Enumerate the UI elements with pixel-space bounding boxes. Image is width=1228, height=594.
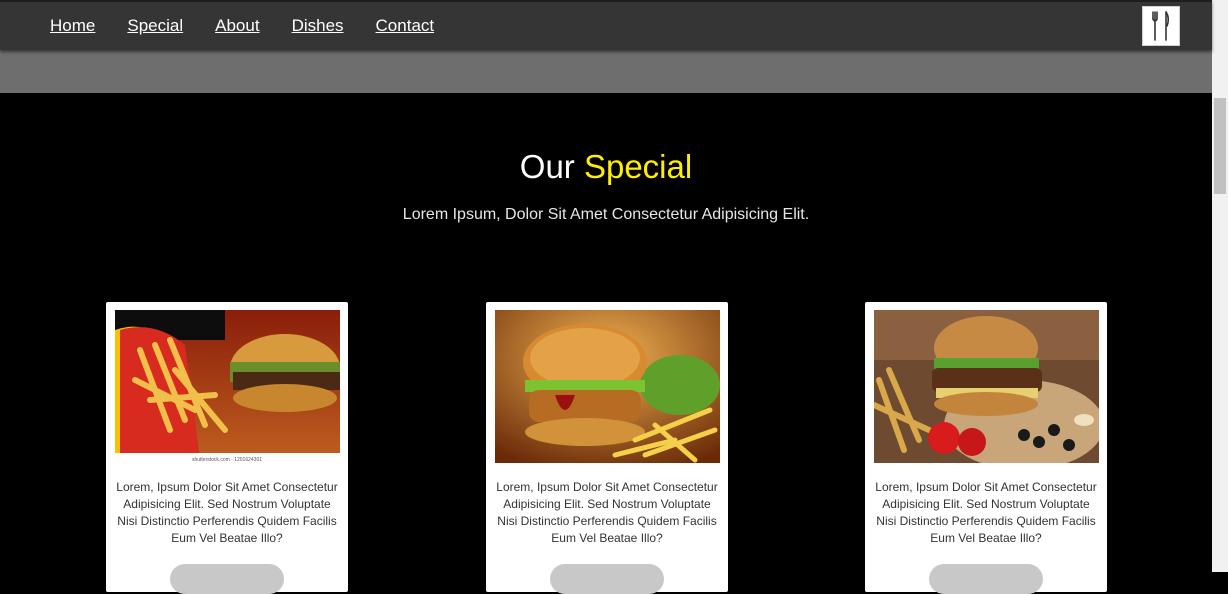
burger-plate-photo xyxy=(874,310,1099,463)
nav-link-home[interactable]: Home xyxy=(50,16,95,36)
card-text: Lorem, Ipsum Dolor Sit Amet Consectetur … xyxy=(875,480,1097,545)
title-main: Our xyxy=(519,148,575,185)
nav-links: Home Special About Dishes Contact xyxy=(50,2,466,50)
special-card-1: shutterstock.com · 1201624301 Lorem, Ips… xyxy=(106,302,348,594)
section-title: Our Special xyxy=(0,148,1212,186)
card-text: Lorem, Ipsum Dolor Sit Amet Consectetur … xyxy=(116,480,338,545)
burger-and-fries-photo: shutterstock.com · 1201624301 xyxy=(115,310,340,463)
title-accent: Special xyxy=(583,148,693,185)
chicken-burger-photo xyxy=(495,310,720,463)
page-scrollbar[interactable] xyxy=(1212,0,1228,572)
card-button[interactable] xyxy=(550,564,664,594)
nav-link-contact[interactable]: Contact xyxy=(376,16,435,36)
card-button[interactable] xyxy=(929,564,1043,594)
hero-banner-strip xyxy=(0,50,1212,93)
card-text: Lorem, Ipsum Dolor Sit Amet Consectetur … xyxy=(496,480,718,545)
navbar: Home Special About Dishes Contact xyxy=(0,0,1212,50)
nav-link-dishes[interactable]: Dishes xyxy=(292,16,344,36)
nav-link-about[interactable]: About xyxy=(215,16,259,36)
logo[interactable] xyxy=(1142,6,1180,46)
image-watermark: shutterstock.com · 1201624301 xyxy=(192,457,262,463)
fork-knife-icon xyxy=(1152,11,1170,41)
section-subtitle: Lorem Ipsum, Dolor Sit Amet Consectetur … xyxy=(402,206,810,223)
scrollbar-thumb[interactable] xyxy=(1214,98,1226,194)
special-card-3: Lorem, Ipsum Dolor Sit Amet Consectetur … xyxy=(865,302,1107,594)
special-card-2: Lorem, Ipsum Dolor Sit Amet Consectetur … xyxy=(486,302,728,594)
nav-link-special[interactable]: Special xyxy=(127,16,183,36)
card-button[interactable] xyxy=(170,564,284,594)
